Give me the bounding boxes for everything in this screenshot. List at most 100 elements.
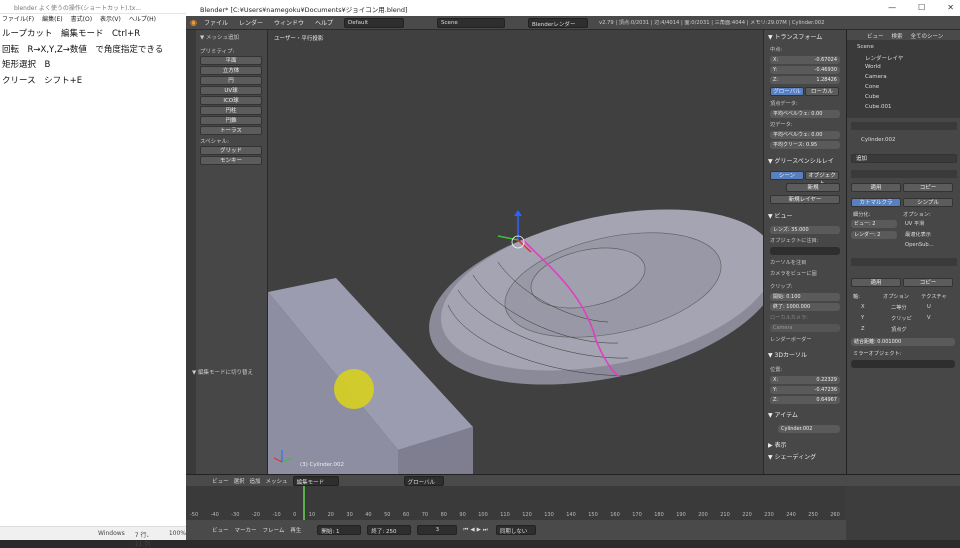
- global-button[interactable]: グローバル: [770, 87, 804, 96]
- opensubdiv-checkbox[interactable]: OpenSub...: [905, 242, 934, 248]
- view-header[interactable]: ▼ ビュー: [768, 211, 793, 220]
- mirror-copy-button[interactable]: コピー: [903, 278, 953, 287]
- sync-select[interactable]: 同期しない: [495, 525, 536, 535]
- add-cylinder-button[interactable]: 円柱: [200, 106, 262, 115]
- tl-playback-menu[interactable]: 再生: [290, 526, 301, 534]
- close-icon[interactable]: ✕: [947, 3, 954, 12]
- add-icosphere-button[interactable]: ICO球: [200, 96, 262, 105]
- np-menu-file[interactable]: ファイル(F): [2, 14, 34, 24]
- operator-panel-header[interactable]: ▼ 編集モードに切り替え: [192, 368, 253, 376]
- timeline[interactable]: -50 -40 -30 -20 -10 0 10 20 30 40 50 60 70 80 90 100 110…: [186, 486, 846, 520]
- copy-button[interactable]: コピー: [903, 183, 953, 192]
- uv-smooth-checkbox[interactable]: UV 平滑: [905, 220, 924, 227]
- edge-bevel-field[interactable]: 平均ベベルウェ: 0.00: [770, 131, 840, 139]
- gp-new-layer-button[interactable]: 新規レイヤー: [770, 195, 840, 204]
- np-menu-help[interactable]: ヘルプ(H): [129, 14, 156, 24]
- layout-select[interactable]: Default: [344, 17, 405, 28]
- tl-view-menu[interactable]: ビュー: [212, 526, 229, 534]
- median-z-field[interactable]: Z: 1.28426: [770, 76, 840, 84]
- cursor-z-field[interactable]: Z: 0.64967: [770, 396, 840, 404]
- vertex-group-checkbox[interactable]: 頂点グ: [891, 326, 907, 333]
- mirror-z-checkbox[interactable]: Z: [861, 326, 865, 332]
- playback-controls[interactable]: ⏮◀▶⏭: [463, 527, 489, 534]
- optimal-checkbox[interactable]: 最適化表示: [905, 231, 931, 238]
- merge-distance-field[interactable]: 結合距離: 0.001000: [851, 338, 955, 346]
- end-frame-field[interactable]: 終了: 250: [367, 525, 412, 535]
- vertex-bevel-field[interactable]: 平均ベベルウェ: 0.00: [770, 110, 840, 118]
- mode-select[interactable]: 編集モード: [292, 475, 339, 486]
- add-uvsphere-button[interactable]: UV球: [200, 86, 262, 95]
- menu-help[interactable]: ヘルプ: [311, 18, 337, 27]
- mirror-object-field[interactable]: [851, 360, 955, 368]
- menu-window[interactable]: ウィンドウ: [270, 18, 308, 27]
- lock-camera-checkbox[interactable]: カメラをビューに固: [770, 270, 817, 277]
- blender-logo-icon[interactable]: ◉: [190, 18, 197, 27]
- vp-select-menu[interactable]: 選択: [234, 477, 245, 485]
- np-menu-view[interactable]: 表示(V): [100, 14, 121, 24]
- np-menu-format[interactable]: 書式(O): [71, 14, 92, 24]
- vp-view-menu[interactable]: ビュー: [212, 477, 229, 485]
- gp-object-button[interactable]: オブジェクト: [805, 171, 839, 187]
- tl-frame-menu[interactable]: フレーム: [263, 526, 285, 534]
- notepad-text-area[interactable]: ループカット 編集モード Ctrl+R 回転 R→X,Y,Z→数値 で角度指定で…: [2, 27, 184, 89]
- outliner-search-menu[interactable]: 検索: [892, 32, 903, 40]
- add-cone-button[interactable]: 円錐: [200, 116, 262, 125]
- mesh-add-header[interactable]: ▼ メッシュ追加: [200, 33, 239, 41]
- clip-start-field[interactable]: 開始: 0.100: [770, 293, 840, 301]
- minimize-icon[interactable]: —: [888, 3, 896, 12]
- mirror-header[interactable]: [851, 258, 957, 266]
- local-camera-field[interactable]: Camera: [770, 324, 840, 332]
- 3d-viewport[interactable]: ユーザー・平行投影 (3) Cylinder.002: [268, 30, 763, 474]
- mirror-x-checkbox[interactable]: X: [861, 304, 865, 310]
- outliner-item[interactable]: Scene: [857, 44, 874, 50]
- tl-marker-menu[interactable]: マーカー: [235, 526, 257, 534]
- catmull-button[interactable]: カトマルクラ: [851, 198, 901, 207]
- u-checkbox[interactable]: U: [927, 304, 931, 310]
- mirror-apply-button[interactable]: 適用: [851, 278, 901, 287]
- add-cube-button[interactable]: 立方体: [200, 66, 262, 75]
- clip-end-field[interactable]: 終了: 1000.000: [770, 303, 840, 311]
- start-frame-field[interactable]: 開始: 1: [317, 525, 362, 535]
- mirror-y-checkbox[interactable]: Y: [861, 315, 864, 321]
- bisect-checkbox[interactable]: 二等分: [891, 304, 907, 311]
- item-name-field[interactable]: Cylinder.002: [778, 425, 840, 433]
- add-circle-button[interactable]: 円: [200, 76, 262, 85]
- lock-object-field[interactable]: [770, 247, 840, 255]
- clipping-checkbox[interactable]: クリッピ: [891, 315, 912, 322]
- lock-cursor-checkbox[interactable]: カーソルを注目: [770, 259, 806, 266]
- outliner-item[interactable]: Cube.001: [865, 104, 891, 110]
- edge-crease-field[interactable]: 平均クリース: 0.95: [770, 141, 840, 149]
- maximize-icon[interactable]: ☐: [918, 3, 925, 12]
- scene-select[interactable]: Scene: [437, 17, 506, 28]
- current-frame-field[interactable]: 3: [417, 525, 458, 535]
- median-x-field[interactable]: X: -0.67024: [770, 56, 840, 64]
- item-header[interactable]: ▼ アイテム: [768, 410, 798, 419]
- gp-new-button[interactable]: 新規: [786, 183, 840, 192]
- tool-tabs[interactable]: [186, 30, 196, 474]
- menu-render[interactable]: レンダー: [235, 18, 267, 27]
- modifier-header[interactable]: [851, 170, 957, 178]
- grease-pencil-header[interactable]: ▼ グリースペンシルレイ: [768, 156, 834, 165]
- render-border-checkbox[interactable]: レンダーボーダー: [770, 336, 812, 343]
- transform-orientation-select[interactable]: グローバル: [403, 475, 444, 486]
- median-y-field[interactable]: Y: -0.46930: [770, 66, 840, 74]
- properties-tabs[interactable]: [851, 122, 957, 130]
- view-level-field[interactable]: ビュー: 2: [851, 220, 897, 228]
- render-engine-select[interactable]: Blenderレンダー: [528, 17, 589, 28]
- 3d-cursor-header[interactable]: ▼ 3Dカーソル: [768, 350, 807, 359]
- outliner-item[interactable]: Camera: [865, 74, 887, 80]
- cursor-x-field[interactable]: X: 0.22329: [770, 376, 840, 384]
- lens-field[interactable]: レンズ: 35.000: [770, 226, 840, 234]
- cursor-y-field[interactable]: Y: -0.47236: [770, 386, 840, 394]
- v-checkbox[interactable]: V: [927, 315, 931, 321]
- scene-render[interactable]: [268, 30, 763, 474]
- vp-add-menu[interactable]: 追加: [250, 477, 261, 485]
- outliner-item[interactable]: レンダーレイヤ: [865, 54, 903, 62]
- display-header[interactable]: ▶ 表示: [768, 440, 787, 449]
- add-modifier-button[interactable]: 追加: [851, 154, 957, 163]
- menu-file[interactable]: ファイル: [200, 18, 232, 27]
- add-grid-button[interactable]: グリッド: [200, 146, 262, 155]
- np-menu-edit[interactable]: 編集(E): [42, 14, 62, 24]
- local-button[interactable]: ローカル: [805, 87, 839, 96]
- transform-header[interactable]: ▼ トランスフォーム: [768, 32, 822, 41]
